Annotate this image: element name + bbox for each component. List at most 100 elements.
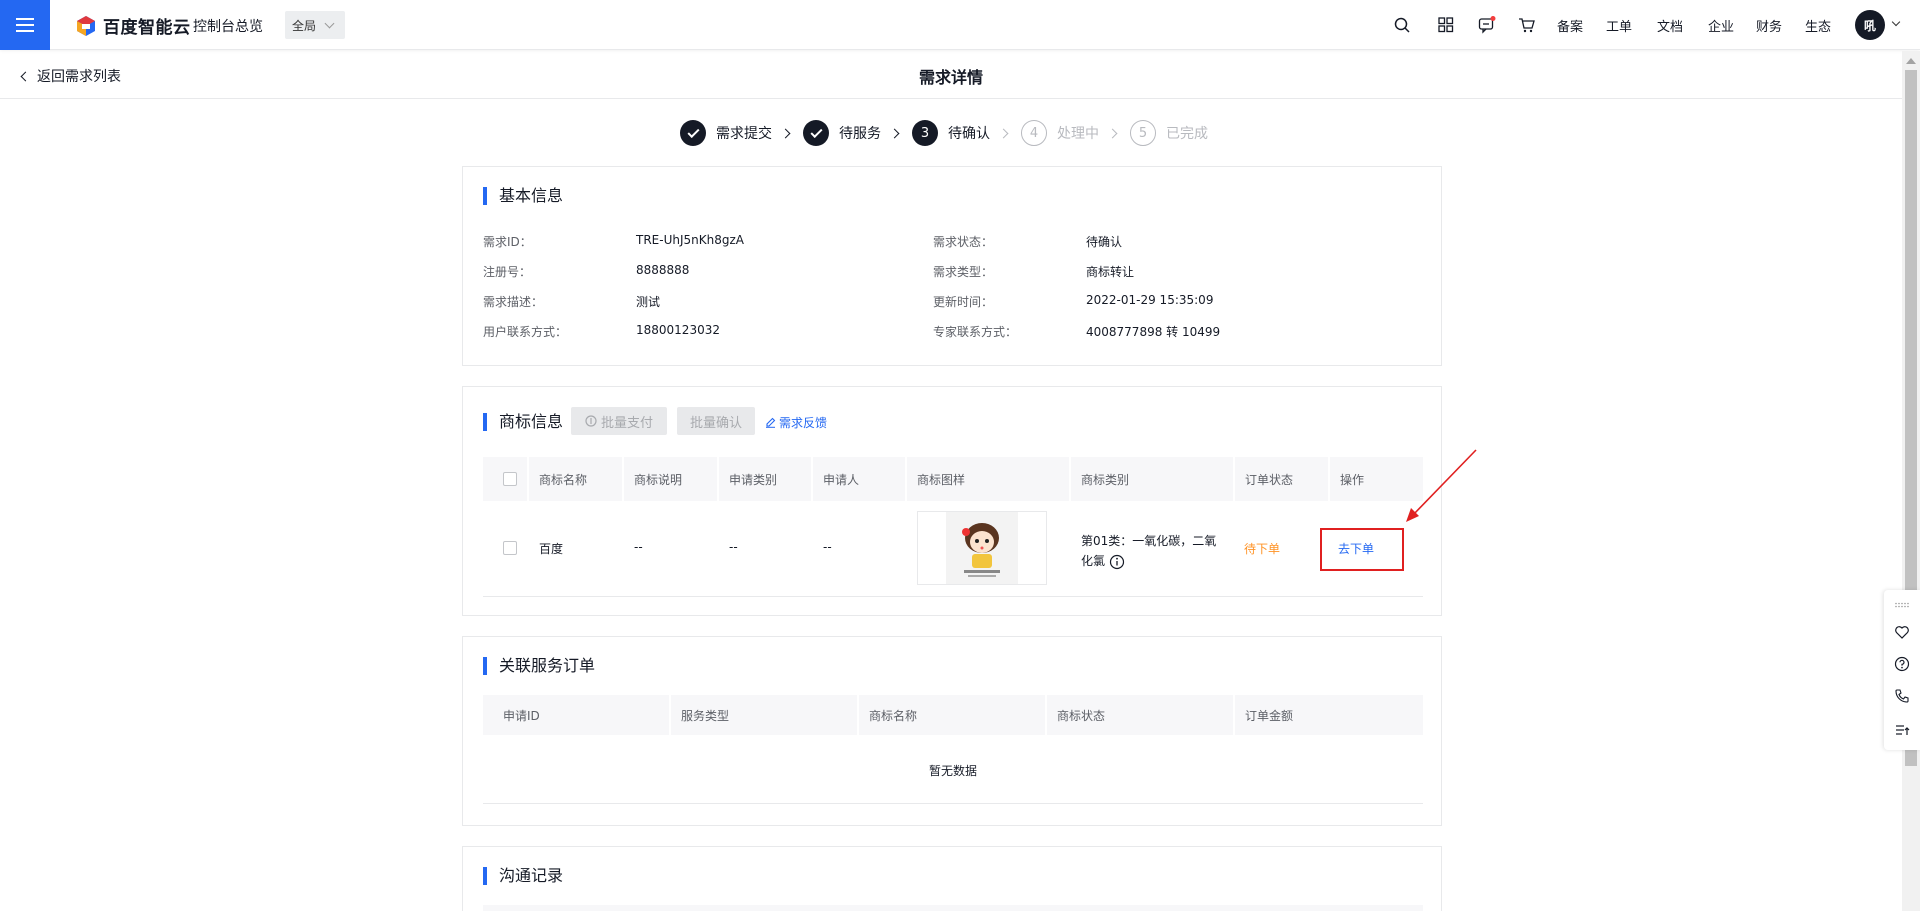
avatar[interactable]: 吼 (1855, 10, 1885, 40)
wallet-icon (585, 415, 597, 427)
trademark-thumbnail (946, 512, 1018, 584)
feedback-label: 需求反馈 (779, 416, 828, 430)
menu-button[interactable] (0, 0, 50, 50)
page-title: 需求详情 (918, 68, 983, 87)
field-label: 更新时间： (933, 295, 994, 309)
annotation-arrow-icon (1406, 449, 1477, 522)
info-icon[interactable] (1109, 554, 1125, 570)
hamburger-icon (16, 18, 34, 32)
batch-pay-label: 批量支付 (600, 415, 653, 431)
chevron-right-icon (780, 128, 791, 138)
request-status-value: 待确认 (1086, 235, 1123, 249)
select-all-checkbox[interactable] (503, 472, 517, 486)
applicant: -- (823, 540, 832, 554)
trademark-class-text-2: 化氯 (1081, 554, 1106, 568)
logo[interactable]: 百度智能云 (75, 13, 191, 38)
console-overview-link[interactable]: 控制台总览 (193, 16, 263, 36)
top-bar: 百度智能云 控制台总览 全局 备案 工单 文档 企业 财务 生态 吼 (0, 0, 1920, 50)
column-header: 申请类别 (719, 457, 813, 501)
field-label: 需求描述： (483, 295, 544, 309)
column-header: 申请人 (813, 457, 907, 501)
step-label: 处理中 (1057, 126, 1099, 142)
step-processing: 4 处理中 (1021, 120, 1099, 146)
logo-text: 百度智能云 (103, 18, 191, 38)
trademark-name: 百度 (539, 542, 564, 556)
basic-info-card: 基本信息 需求ID： TRE-UhJ5nKh8gzA 注册号： 8888888 … (462, 166, 1442, 366)
field-label: 需求ID： (483, 235, 532, 249)
batch-confirm-button[interactable]: 批量确认 (677, 407, 755, 435)
progress-steps: 需求提交 待服务 3 待确认 4 处理中 5 已完成 (680, 120, 1208, 146)
edit-icon (766, 417, 776, 428)
trademark-image[interactable] (917, 511, 1047, 585)
column-header: 商标名称 (859, 695, 1047, 735)
drag-handle-icon[interactable] (1894, 602, 1910, 608)
column-header: 订单状态 (1235, 457, 1330, 501)
nav-finance[interactable]: 财务 (1756, 16, 1782, 35)
cart-icon[interactable] (1518, 15, 1536, 35)
section-title: 基本信息 (483, 187, 563, 205)
column-header: 商标类别 (1071, 457, 1235, 501)
nav-ticket[interactable]: 工单 (1606, 16, 1632, 35)
step-number: 5 (1130, 120, 1156, 146)
order-status-badge: 待下单 (1244, 542, 1281, 556)
column-header: 商标名称 (529, 457, 624, 501)
trademark-table-header: 商标名称 商标说明 申请类别 申请人 商标图样 商标类别 订单状态 操作 (483, 457, 1423, 501)
trademark-figure-icon (946, 512, 1018, 584)
nav-docs[interactable]: 文档 (1657, 16, 1683, 35)
help-icon[interactable] (1894, 656, 1910, 672)
region-select[interactable]: 全局 (285, 11, 345, 39)
empty-state-text: 暂无数据 (928, 764, 977, 778)
request-type-value: 商标转让 (1086, 265, 1135, 279)
step-label: 待确认 (948, 126, 990, 142)
search-icon[interactable] (1394, 15, 1410, 35)
row-divider (483, 803, 1423, 804)
step-label: 需求提交 (716, 126, 772, 142)
field-label: 需求状态： (933, 235, 994, 249)
step-check-icon (680, 120, 706, 146)
column-header: 商标说明 (624, 457, 719, 501)
section-title: 关联服务订单 (483, 657, 595, 675)
highlight-box (1320, 528, 1404, 571)
trademark-class: 第01类：一氧化碳，二氧 化氯 (1081, 531, 1221, 571)
request-id-value: TRE-UhJ5nKh8gzA (636, 233, 744, 247)
description-value: 测试 (636, 295, 661, 309)
step-pending-service: 待服务 (803, 120, 881, 146)
chevron-right-icon (1107, 128, 1118, 138)
column-header: 商标图样 (907, 457, 1071, 501)
chevron-down-icon[interactable] (1891, 17, 1901, 27)
orders-table-header: 申请ID 服务类型 商标名称 商标状态 订单金额 (483, 695, 1423, 735)
baidu-cloud-logo-icon (77, 15, 95, 36)
apps-grid-icon[interactable] (1438, 15, 1454, 35)
trademark-info-card: 商标信息 批量支付 批量确认 需求反馈 商标名称 商标说明 申请类别 申请人 商… (462, 386, 1442, 616)
column-header: 申请ID (483, 695, 671, 735)
registration-no-value: 8888888 (636, 263, 690, 277)
batch-pay-button[interactable]: 批量支付 (571, 407, 667, 435)
field-label: 注册号： (483, 265, 532, 279)
expert-contact-value: 4008777898 转 10499 (1086, 325, 1221, 339)
phone-icon[interactable] (1894, 688, 1910, 704)
step-submitted: 需求提交 (680, 120, 772, 146)
select-all-cell (483, 457, 529, 501)
update-time-value: 2022-01-29 15:35:09 (1086, 293, 1214, 307)
feedback-list-icon[interactable] (1894, 722, 1910, 738)
step-number: 3 (912, 120, 938, 146)
step-completed: 5 已完成 (1130, 120, 1208, 146)
user-contact-value: 18800123032 (636, 323, 720, 337)
step-label: 待服务 (839, 126, 881, 142)
field-label: 专家联系方式： (933, 325, 1018, 339)
feedback-link[interactable]: 需求反馈 (765, 414, 827, 431)
chevron-down-icon (324, 18, 335, 28)
column-header: 商标状态 (1047, 695, 1235, 735)
section-title: 商标信息 (483, 413, 563, 431)
favorite-icon[interactable] (1894, 624, 1910, 640)
row-divider (483, 596, 1423, 597)
message-icon[interactable] (1478, 15, 1496, 35)
nav-ecosystem[interactable]: 生态 (1805, 16, 1831, 35)
row-checkbox[interactable] (503, 541, 517, 555)
nav-enterprise[interactable]: 企业 (1708, 16, 1734, 35)
step-number: 4 (1021, 120, 1047, 146)
sub-header: 返回需求列表 需求详情 (0, 51, 1902, 99)
nav-beian[interactable]: 备案 (1557, 16, 1583, 35)
scroll-up-arrow-icon[interactable] (1906, 58, 1916, 64)
chevron-right-icon (998, 128, 1009, 138)
